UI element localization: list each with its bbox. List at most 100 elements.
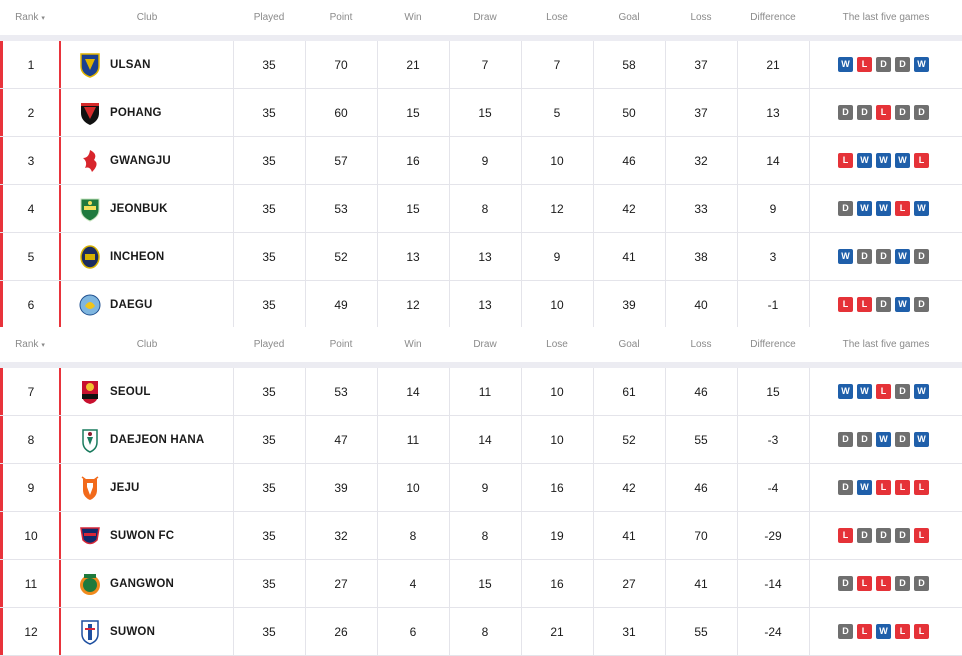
club-name[interactable]: JEONBUK: [110, 203, 168, 215]
club-name[interactable]: GANGWON: [110, 578, 174, 590]
club-name[interactable]: DAEGU: [110, 299, 153, 311]
header-rank[interactable]: Rank ▾: [5, 327, 55, 363]
table-row[interactable]: 10 SUWON FC 35 32 8 8 19 41 70 -29 L D D D L: [0, 512, 962, 560]
loss-cell: 32: [694, 154, 708, 168]
draw-cell: 11: [478, 385, 492, 399]
result-badge: D: [895, 384, 910, 399]
last-five-games: DWWLW: [838, 201, 929, 216]
loss-cell: 46: [694, 481, 708, 495]
club-cell[interactable]: GANGWON: [78, 560, 174, 608]
club-name[interactable]: INCHEON: [110, 251, 164, 263]
club-name[interactable]: ULSAN: [110, 59, 151, 71]
club-name[interactable]: SUWON: [110, 626, 155, 638]
point-cell: 26: [334, 625, 348, 639]
table-row[interactable]: 2 POHANG 35 60 15 15 5 50 37 13 D D L D D: [0, 89, 962, 137]
club-cell[interactable]: ULSAN: [78, 41, 151, 89]
gwangju-crest-icon: [78, 147, 102, 175]
table-row[interactable]: 12 SUWON 35 26 6 8 21 31 55 -24 D L W L L: [0, 608, 962, 656]
header-played: Played: [234, 327, 304, 363]
club-cell[interactable]: JEONBUK: [78, 185, 168, 233]
row-accent-left: [0, 137, 3, 184]
club-name[interactable]: SUWON FC: [110, 530, 174, 542]
club-cell[interactable]: SEOUL: [78, 368, 151, 416]
club-cell[interactable]: SUWON: [78, 608, 155, 656]
row-accent-rank: [59, 281, 61, 328]
rank-cell: 8: [27, 433, 35, 447]
header-rank[interactable]: Rank ▾: [5, 0, 55, 36]
rank-cell: 12: [24, 625, 38, 639]
difference-cell: -14: [764, 577, 782, 591]
header-club-label: Club: [136, 339, 158, 350]
result-badge: W: [857, 384, 872, 399]
header-difference-label: Difference: [750, 339, 796, 350]
win-cell: 4: [409, 577, 417, 591]
header-goal-label: Goal: [618, 339, 640, 350]
result-badge: W: [838, 57, 853, 72]
row-accent-rank: [59, 416, 61, 463]
club-name[interactable]: SEOUL: [110, 386, 151, 398]
club-name[interactable]: DAEJEON HANA: [110, 434, 204, 446]
incheon-crest-icon: [78, 243, 102, 271]
club-name[interactable]: POHANG: [110, 107, 162, 119]
result-badge: D: [876, 249, 891, 264]
jeju-crest-icon: [78, 474, 102, 502]
win-cell: 14: [406, 385, 420, 399]
header-played-label: Played: [253, 339, 285, 350]
draw-cell: 15: [478, 577, 492, 591]
club-cell[interactable]: GWANGJU: [78, 137, 171, 185]
header-club: Club: [67, 327, 227, 363]
table-row[interactable]: 8 DAEJEON HANA 35 47 11 14 10 52 55 -3 D D W D W: [0, 416, 962, 464]
result-badge: D: [838, 624, 853, 639]
lose-cell: 16: [550, 577, 564, 591]
sort-arrow-icon[interactable]: ▾: [41, 15, 45, 22]
table-header-2: Rank ▾ Club Played Point Win Draw Lose Goal Loss D…: [0, 327, 962, 363]
header-played-label: Played: [253, 12, 285, 23]
club-cell[interactable]: DAEGU: [78, 281, 153, 329]
header-rank-label: Rank: [15, 339, 39, 350]
header-win: Win: [378, 327, 448, 363]
table-row[interactable]: 4 JEONBUK 35 53 15 8 12 42 33 9 D W W L W: [0, 185, 962, 233]
header-club-label: Club: [136, 12, 158, 23]
table-row[interactable]: 5 INCHEON 35 52 13 13 9 41 38 3 W D D W D: [0, 233, 962, 281]
played-cell: 35: [262, 625, 276, 639]
point-cell: 32: [334, 529, 348, 543]
sort-arrow-icon[interactable]: ▾: [41, 342, 45, 349]
table-row[interactable]: 3 GWANGJU 35 57 16 9 10 46 32 14 L W W W L: [0, 137, 962, 185]
loss-cell: 38: [694, 250, 708, 264]
result-badge: L: [838, 153, 853, 168]
played-cell: 35: [262, 298, 276, 312]
club-cell[interactable]: DAEJEON HANA: [78, 416, 204, 464]
result-badge: D: [857, 528, 872, 543]
header-draw: Draw: [450, 327, 520, 363]
table-row[interactable]: 6 DAEGU 35 49 12 13 10 39 40 -1 L L D W D: [0, 281, 962, 329]
table-row[interactable]: 1 ULSAN 35 70 21 7 7 58 37 21 W L D D W: [0, 41, 962, 89]
club-cell[interactable]: INCHEON: [78, 233, 164, 281]
result-badge: W: [876, 153, 891, 168]
goal-cell: 31: [622, 625, 636, 639]
played-cell: 35: [262, 433, 276, 447]
row-accent-left: [0, 89, 3, 136]
table-row[interactable]: 11 GANGWON 35 27 4 15 16 27 41 -14 D L L D D: [0, 560, 962, 608]
last-five-games: DLWLL: [838, 624, 929, 639]
result-badge: W: [895, 153, 910, 168]
club-cell[interactable]: JEJU: [78, 464, 140, 512]
club-name[interactable]: GWANGJU: [110, 155, 171, 167]
draw-cell: 15: [478, 106, 492, 120]
lose-cell: 10: [550, 154, 564, 168]
result-badge: D: [876, 57, 891, 72]
result-badge: D: [838, 201, 853, 216]
club-cell[interactable]: POHANG: [78, 89, 162, 137]
club-cell[interactable]: SUWON FC: [78, 512, 174, 560]
result-badge: L: [857, 576, 872, 591]
point-cell: 49: [334, 298, 348, 312]
header-draw: Draw: [450, 0, 520, 36]
table-row[interactable]: 9 JEJU 35 39 10 9 16 42 46 -4 D W L L L: [0, 464, 962, 512]
header-last-five-label: The last five games: [842, 12, 930, 23]
header-lose: Lose: [522, 0, 592, 36]
table-row[interactable]: 7 SEOUL 35 53 14 11 10 61 46 15 W W L D W: [0, 368, 962, 416]
daegu-crest-icon: [78, 291, 102, 319]
club-name[interactable]: JEJU: [110, 482, 140, 494]
goal-cell: 61: [622, 385, 636, 399]
draw-cell: 9: [481, 154, 489, 168]
lose-cell: 7: [553, 58, 561, 72]
